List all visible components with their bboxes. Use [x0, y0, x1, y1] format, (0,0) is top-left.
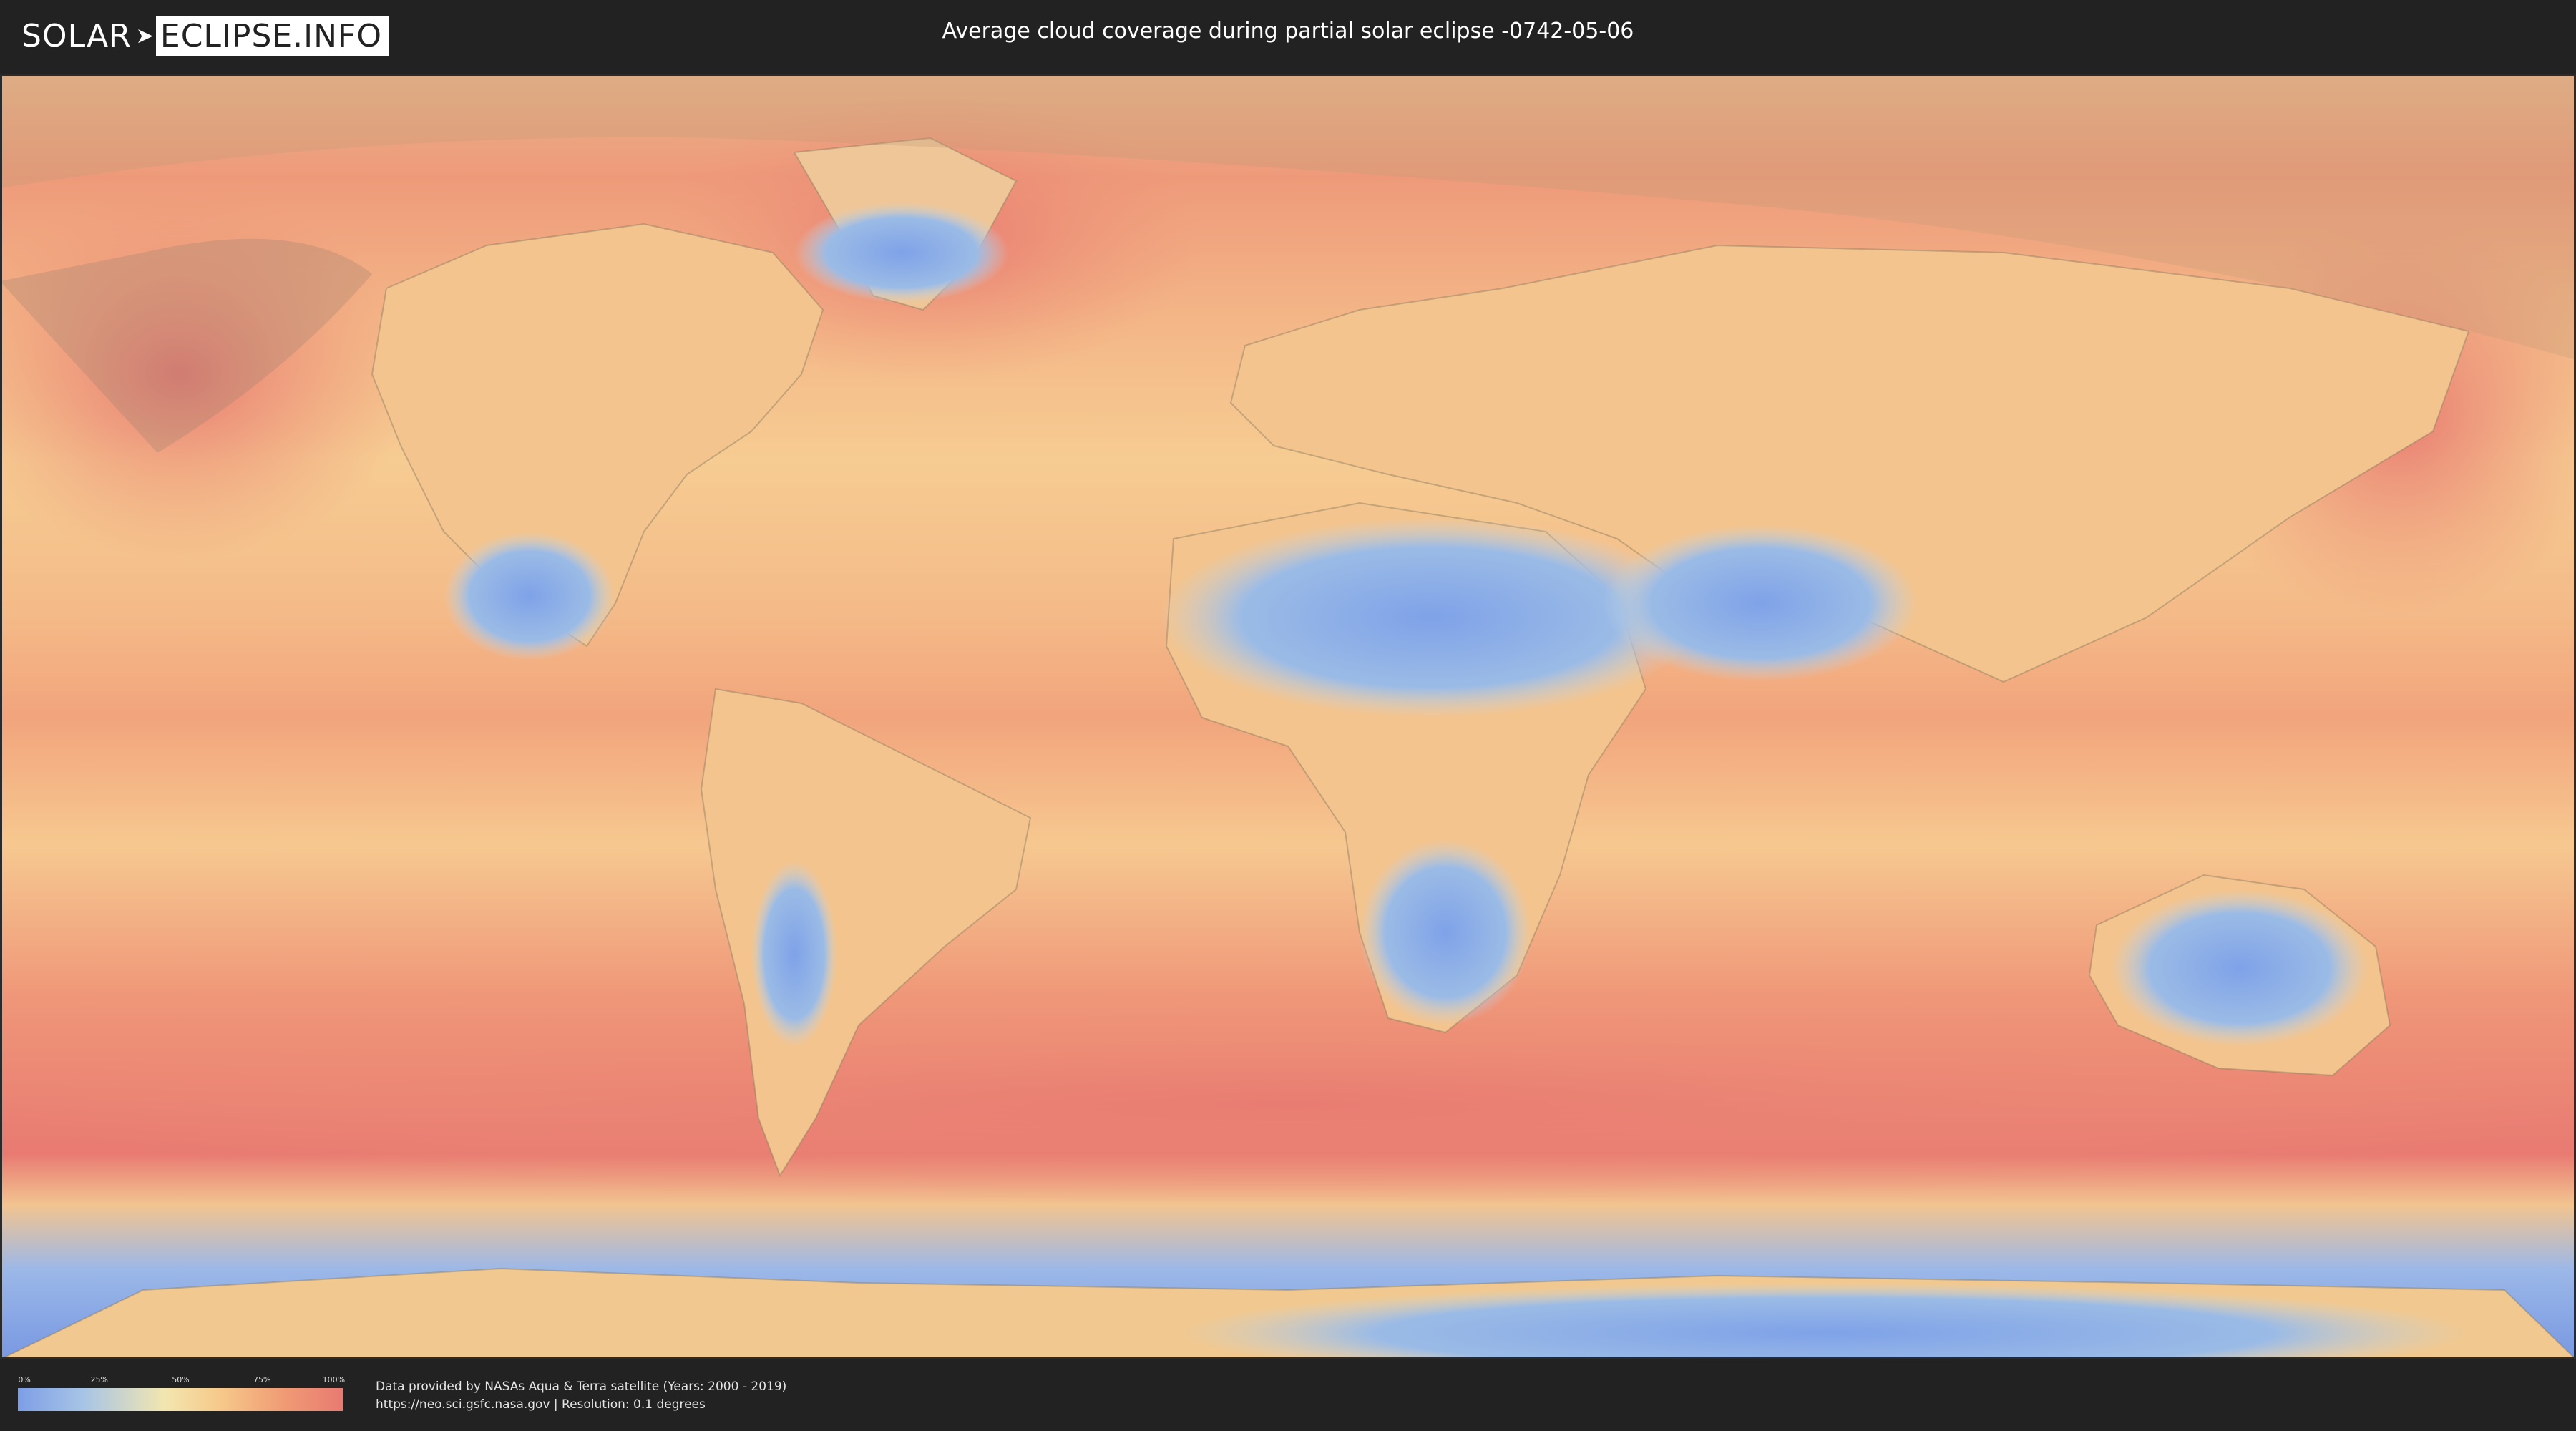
legend-labels: 0% 25% 50% 75% 100% [18, 1375, 346, 1387]
coverage-legend: 0% 25% 50% 75% 100% [18, 1375, 346, 1411]
mexico-clear [444, 532, 615, 660]
andes-clear [751, 861, 837, 1047]
arabia-clear [1603, 524, 1918, 682]
page-title: Average cloud coverage during partial so… [942, 19, 1634, 44]
data-credits: Data provided by NASAs Aqua & Terra sate… [376, 1378, 786, 1414]
legend-label-25: 25% [90, 1375, 108, 1384]
legend-color-bar [18, 1388, 343, 1411]
greenland-clear [794, 202, 1009, 303]
world-map-svg [0, 74, 2576, 1359]
australia-clear [2111, 889, 2368, 1047]
credit-line-1: Data provided by NASAs Aqua & Terra sate… [376, 1379, 787, 1394]
cloud-coverage-map[interactable] [0, 74, 2576, 1359]
header-bar: SOLAR ➤ ECLIPSE.INFO Average cloud cover… [0, 0, 2576, 70]
legend-label-100: 100% [322, 1375, 346, 1384]
legend-label-0: 0% [18, 1375, 31, 1384]
credit-line-2: https://neo.sci.gsfc.nasa.gov | Resoluti… [376, 1397, 706, 1412]
legend-label-50: 50% [172, 1375, 190, 1384]
kalahari-clear [1360, 839, 1531, 1025]
legend-label-75: 75% [253, 1375, 271, 1384]
